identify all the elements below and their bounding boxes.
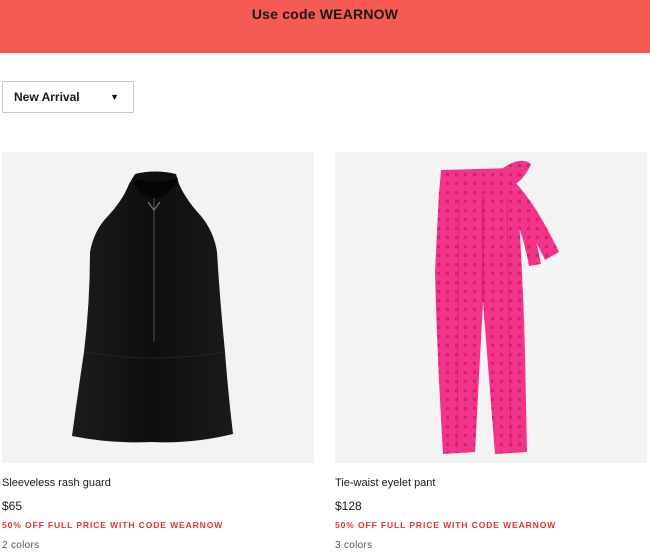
product-price: $65	[2, 499, 23, 513]
product-image[interactable]	[335, 152, 647, 463]
sort-dropdown[interactable]: New Arrival ▼	[2, 81, 134, 113]
sleeveless-top-image	[72, 171, 233, 443]
promo-message: 50% OFF FULL PRICE WITH CODE WEARNOW	[335, 520, 557, 530]
promo-code-text: Use code WEARNOW	[251, 6, 399, 22]
product-card[interactable]: Tie-waist eyelet pant $128 50% OFF FULL …	[335, 152, 647, 552]
color-count[interactable]: 3 colors	[335, 540, 647, 552]
product-name[interactable]: Sleeveless rash guard	[2, 476, 314, 490]
color-count[interactable]: 2 colors	[2, 540, 314, 552]
product-image[interactable]	[2, 152, 314, 463]
product-price: $128	[335, 499, 362, 513]
eyelet-pants-image	[435, 160, 559, 454]
product-name[interactable]: Tie-waist eyelet pant	[335, 476, 647, 490]
caret-down-icon: ▼	[110, 92, 119, 102]
sort-selected-value: New Arrival	[14, 90, 80, 104]
promo-banner: Use code WEARNOW	[0, 0, 650, 53]
product-card[interactable]: Sleeveless rash guard $65 50% OFF FULL P…	[2, 152, 314, 552]
promo-message: 50% OFF FULL PRICE WITH CODE WEARNOW	[2, 520, 224, 530]
